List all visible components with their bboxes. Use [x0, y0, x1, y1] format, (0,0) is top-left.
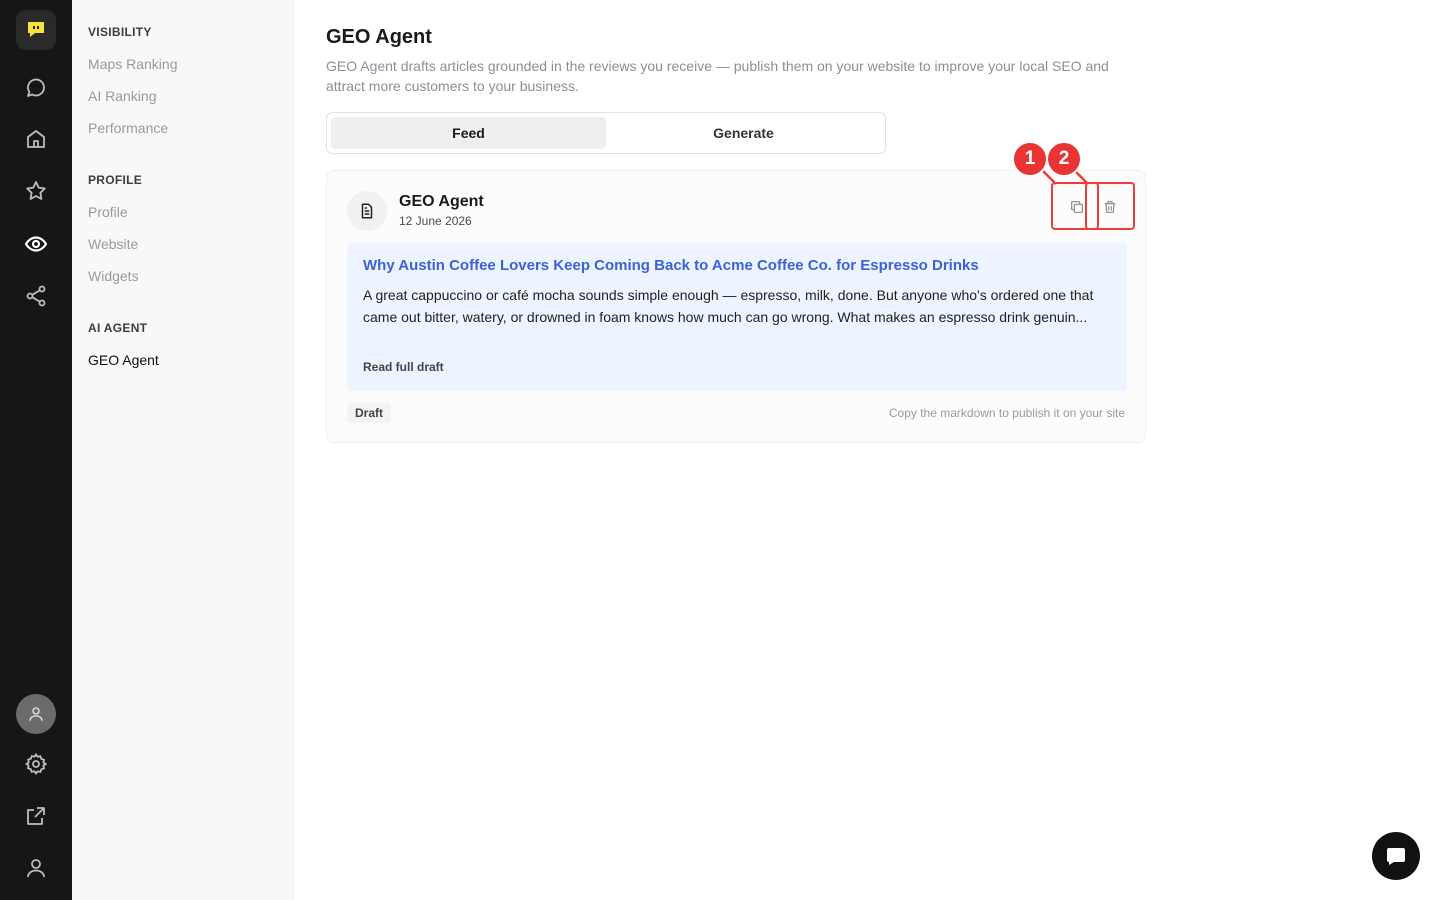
account-nav-button[interactable]: [16, 848, 56, 888]
sidebar-item-geo-agent[interactable]: GEO Agent: [88, 352, 159, 368]
chat-bubble-icon: [1387, 848, 1405, 865]
eye-icon: [24, 236, 48, 252]
copy-button[interactable]: [1065, 195, 1089, 219]
gear-icon: [24, 752, 48, 776]
sidebar-item-performance[interactable]: Performance: [88, 120, 168, 136]
sidebar-item-website[interactable]: Website: [88, 236, 138, 252]
reviews-nav-button[interactable]: [16, 171, 56, 211]
user-icon: [29, 707, 43, 721]
message-circle-icon: [27, 78, 45, 97]
article-excerpt-text: A great cappuccino or café mocha sounds …: [363, 287, 1094, 325]
card-title: GEO Agent: [399, 193, 484, 210]
chat-logo-icon: [28, 22, 44, 37]
card-date: 12 June 2026: [399, 214, 472, 228]
tab-generate[interactable]: Generate: [606, 117, 881, 149]
app-logo[interactable]: [16, 10, 56, 50]
draft-card: GEO Agent 12 June 2026 Why Austin Coffee…: [326, 170, 1146, 443]
support-chat-button[interactable]: [1372, 832, 1420, 880]
settings-nav-button[interactable]: [16, 744, 56, 784]
sidebar-item-profile[interactable]: Profile: [88, 204, 128, 220]
star-icon: [26, 181, 46, 200]
article-title-link[interactable]: Why Austin Coffee Lovers Keep Coming Bac…: [363, 257, 979, 274]
section-heading-ai-agent: AI AGENT: [88, 321, 148, 335]
tab-feed[interactable]: Feed: [331, 117, 606, 149]
sidebar-item-ai-ranking[interactable]: AI Ranking: [88, 88, 156, 104]
section-heading-visibility: VISIBILITY: [88, 25, 152, 39]
icon-rail: [0, 0, 72, 900]
share-icon: [26, 285, 46, 307]
publish-hint: Copy the markdown to publish it on your …: [888, 406, 1125, 420]
sidebar-item-widgets[interactable]: Widgets: [88, 268, 139, 284]
share-nav-button[interactable]: [16, 276, 56, 316]
document-icon: [361, 203, 373, 219]
page-description: GEO Agent drafts articles grounded in th…: [326, 58, 1109, 94]
copy-icon: [1071, 201, 1083, 213]
user-avatar[interactable]: [16, 694, 56, 734]
visibility-nav-button[interactable]: [16, 224, 56, 264]
home-nav-button[interactable]: [16, 119, 56, 159]
annotation-badge-2: 2: [1046, 141, 1082, 177]
view-tabs: Feed Generate: [326, 112, 886, 154]
section-sidebar: VISIBILITY Maps Ranking AI Ranking Perfo…: [72, 0, 294, 900]
messages-nav-button[interactable]: [16, 68, 56, 108]
status-badge: Draft: [347, 403, 392, 423]
delete-button[interactable]: [1098, 195, 1122, 219]
external-link-nav-button[interactable]: [16, 796, 56, 836]
document-icon-wrap: [347, 191, 387, 231]
trash-icon: [1104, 201, 1116, 213]
page-title: GEO Agent: [326, 26, 432, 48]
article-excerpt: Why Austin Coffee Lovers Keep Coming Bac…: [347, 243, 1127, 391]
section-heading-profile: PROFILE: [88, 173, 143, 187]
read-full-draft-link[interactable]: Read full draft: [363, 360, 444, 374]
external-link-icon: [27, 807, 45, 825]
annotation-badge-1: 1: [1012, 141, 1048, 177]
home-icon: [27, 130, 45, 148]
sidebar-item-maps-ranking[interactable]: Maps Ranking: [88, 56, 178, 72]
person-icon: [27, 859, 45, 878]
